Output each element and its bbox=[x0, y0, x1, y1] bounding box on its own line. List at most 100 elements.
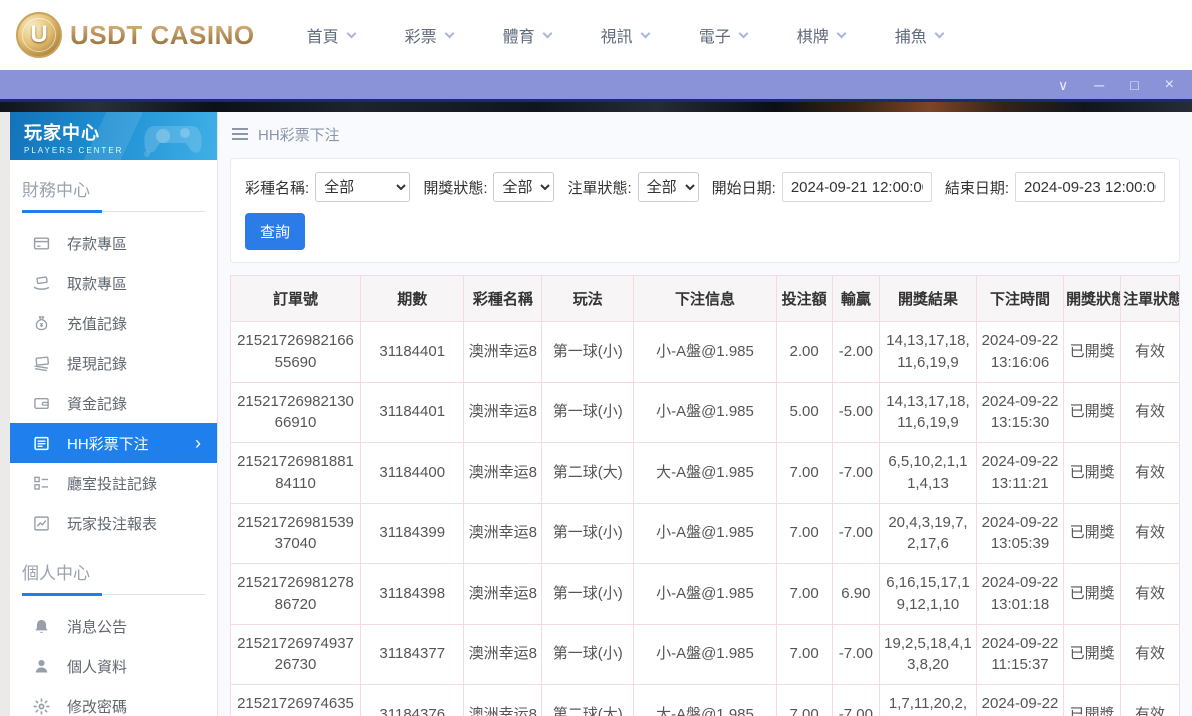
nav-item-4[interactable]: 視訊 bbox=[601, 23, 651, 47]
table-cell: -7.00 bbox=[831, 684, 881, 716]
money-bag-icon bbox=[32, 315, 50, 332]
filter-row: 彩種名稱: 全部 開獎狀態: 全部 注單狀態: 全部 開始日期: 結束日期: bbox=[245, 172, 1165, 202]
sidebar-item-banknotes[interactable]: 提現記錄 bbox=[10, 343, 217, 383]
table-cell: 有效 bbox=[1120, 381, 1180, 443]
table-row[interactable]: 2152172698213066910 31184401 澳洲幸运8 第一球(小) 小-… bbox=[230, 381, 1180, 443]
table-row[interactable]: 215217269746351180031184376澳洲幸运8第二球(大)大-… bbox=[230, 684, 1180, 716]
window-dropdown-icon[interactable]: ∨ bbox=[1058, 78, 1068, 92]
table-cell: 5.00 bbox=[775, 381, 833, 443]
sidebar-item-gear[interactable]: 修改密碼 bbox=[10, 686, 217, 716]
table-header-row: 訂單號 期數 彩種名稱 玩法 下注信息 投注額 輸贏 開獎結果 下注時間 開獎狀態 注單狀態 bbox=[230, 275, 1180, 322]
user-icon bbox=[32, 658, 50, 675]
table-cell: 有效 bbox=[1120, 321, 1180, 383]
column-header: 輸贏 bbox=[831, 275, 881, 322]
column-header: 彩種名稱 bbox=[463, 275, 543, 322]
table-cell: 已開獎 bbox=[1063, 321, 1122, 383]
banner-strip bbox=[0, 102, 1192, 112]
banknotes-icon bbox=[32, 355, 50, 372]
top-header: U USDT CASINO 首頁 彩票 體育 視訊 電子 棋牌 捕魚 bbox=[0, 0, 1192, 70]
filter-panel: 彩種名稱: 全部 開獎狀態: 全部 注單狀態: 全部 開始日期: 結束日期: 查… bbox=[230, 158, 1180, 263]
sidebar-item-label: 消息公告 bbox=[67, 618, 128, 636]
table-cell: 大-A盤@1.985 bbox=[633, 684, 777, 716]
deposit-card-icon bbox=[32, 235, 50, 252]
nav-item-7[interactable]: 捕魚 bbox=[895, 23, 945, 47]
table-cell: 大-A盤@1.985 bbox=[633, 442, 777, 504]
table-row[interactable]: 2152172698216655690 31184401 澳洲幸运8 第一球(小) 小-… bbox=[230, 321, 1180, 383]
table-row[interactable]: 2152172698188184110 31184400 澳洲幸运8 第二球(大) 大-… bbox=[230, 442, 1180, 504]
nav-item-3[interactable]: 體育 bbox=[503, 23, 553, 47]
table-cell: 已開獎 bbox=[1063, 563, 1122, 625]
table-cell: 31184399 bbox=[359, 502, 465, 564]
table-cell: 已開獎 bbox=[1063, 442, 1122, 504]
nav-item-6[interactable]: 棋牌 bbox=[796, 23, 847, 47]
table-cell: 20,4,3,19,7,2,17,6 bbox=[879, 502, 977, 564]
withdraw-hand-icon bbox=[32, 275, 50, 292]
chevron-down-icon bbox=[346, 28, 357, 38]
table-cell: 澳洲幸运8 bbox=[463, 321, 543, 383]
table-row[interactable]: 2152172698127886720 31184398 澳洲幸运8 第一球(小) 小-… bbox=[230, 563, 1180, 625]
order-status-select[interactable]: 全部 bbox=[637, 172, 699, 202]
table-row[interactable]: 2152172698153937040 31184399 澳洲幸运8 第一球(小) 小-… bbox=[230, 502, 1180, 564]
sidebar-item-label: 廳室投註記錄 bbox=[67, 475, 158, 493]
table-cell: 第一球(小) bbox=[541, 563, 635, 625]
start-date-input[interactable] bbox=[781, 172, 932, 202]
sidebar-item-bell[interactable]: 消息公告 bbox=[10, 606, 217, 646]
table-cell: 6.90 bbox=[831, 563, 881, 625]
table-cell: 7.00 bbox=[775, 442, 833, 504]
sidebar-item-money-bag[interactable]: 充值記錄 bbox=[10, 303, 217, 343]
search-button[interactable]: 查詢 bbox=[245, 213, 306, 250]
end-date-label: 結束日期: bbox=[944, 179, 1009, 197]
nav-item-5[interactable]: 電子 bbox=[698, 23, 749, 47]
draw-status-select[interactable]: 全部 bbox=[493, 172, 555, 202]
column-header: 期數 bbox=[359, 275, 465, 322]
table-cell: 有效 bbox=[1120, 442, 1180, 504]
table-cell: 第一球(小) bbox=[541, 381, 635, 443]
table-cell: 2152172698153937040 bbox=[230, 502, 361, 564]
sidebar-item-user[interactable]: 個人資料 bbox=[10, 646, 217, 686]
sidebar-item-deposit-card[interactable]: 存款專區 bbox=[10, 223, 217, 263]
brand-logo[interactable]: U USDT CASINO bbox=[16, 12, 255, 58]
end-date-input[interactable] bbox=[1015, 172, 1165, 202]
table-cell: 7.00 bbox=[775, 623, 833, 685]
bets-table: 訂單號 期數 彩種名稱 玩法 下注信息 投注額 輸贏 開獎結果 下注時間 開獎狀態 注單狀態 215… bbox=[230, 275, 1180, 716]
draw-status-label: 開獎狀態: bbox=[423, 179, 488, 197]
column-header: 投注額 bbox=[775, 275, 833, 322]
table-cell: 已開獎 bbox=[1063, 623, 1122, 685]
table-cell: 31184401 bbox=[359, 381, 465, 443]
table-cell: 7.00 bbox=[775, 563, 833, 625]
sidebar-item-withdraw-hand[interactable]: 取款專區 bbox=[10, 263, 217, 303]
nav-item-label: 電子 bbox=[698, 29, 731, 46]
nav-item-1[interactable]: 首頁 bbox=[306, 23, 357, 47]
bell-icon bbox=[32, 618, 50, 635]
table-cell: 2024-09-22 13:01:18 bbox=[975, 563, 1065, 625]
sidebar-item-lottery-ticket[interactable]: HH彩票下注 › bbox=[10, 423, 217, 463]
table-cell: 1,7,11,20,2,3,19,12 bbox=[879, 684, 977, 716]
menu-toggle-icon[interactable] bbox=[232, 128, 248, 140]
sidebar-item-wallet[interactable]: 資金記錄 bbox=[10, 383, 217, 423]
gold-coin-icon: U bbox=[16, 12, 62, 58]
report-chart-icon bbox=[32, 515, 50, 532]
window-close-icon[interactable]: × bbox=[1165, 76, 1174, 93]
table-cell: 澳洲幸运8 bbox=[463, 563, 543, 625]
nav-item-label: 首頁 bbox=[306, 29, 339, 46]
table-cell: 第一球(小) bbox=[541, 623, 635, 685]
window-minimize-icon[interactable]: ─ bbox=[1094, 78, 1104, 92]
lottery-type-select[interactable]: 全部 bbox=[315, 172, 411, 202]
sidebar-item-label: 存款專區 bbox=[67, 235, 128, 253]
table-cell: 有效 bbox=[1120, 623, 1180, 685]
table-cell: -7.00 bbox=[831, 502, 881, 564]
table-cell: 14,13,17,18,11,6,19,9 bbox=[879, 321, 977, 383]
gear-icon bbox=[32, 697, 50, 715]
sidebar-item-checklist[interactable]: 廳室投註記錄 bbox=[10, 463, 217, 503]
start-date-label: 開始日期: bbox=[711, 179, 776, 197]
sidebar-item-label: 充值記錄 bbox=[67, 315, 128, 333]
window-maximize-icon[interactable]: □ bbox=[1130, 78, 1138, 92]
sidebar: 玩家中心 PLAYERS CENTER 財務中心 存款專區 取款專區 充值記錄 提現記錄… bbox=[10, 112, 218, 716]
chevron-down-icon bbox=[738, 28, 749, 38]
section-divider bbox=[22, 210, 205, 213]
table-row[interactable]: 2152172697493726730 31184377 澳洲幸运8 第一球(小) 小-… bbox=[230, 623, 1180, 685]
nav-item-label: 棋牌 bbox=[796, 29, 829, 46]
nav-item-2[interactable]: 彩票 bbox=[405, 23, 455, 47]
column-header: 開獎狀態 bbox=[1063, 275, 1122, 322]
sidebar-item-report-chart[interactable]: 玩家投注報表 bbox=[10, 503, 217, 543]
